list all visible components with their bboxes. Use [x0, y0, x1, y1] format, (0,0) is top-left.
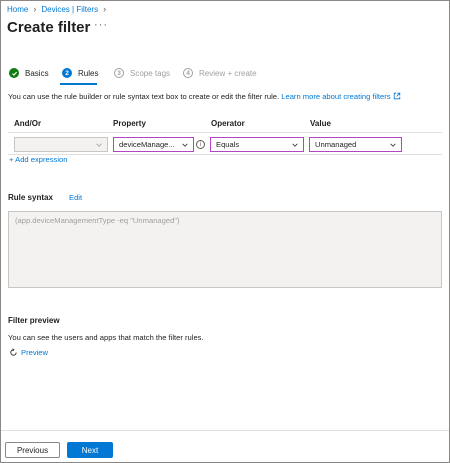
step-scope-tags[interactable]: 3 Scope tags [114, 68, 170, 78]
property-dropdown[interactable]: deviceManage... [113, 137, 194, 152]
value-dropdown[interactable]: Unmanaged [309, 137, 402, 152]
chevron-right-icon: › [103, 4, 107, 14]
edit-rule-syntax-link[interactable]: Edit [69, 193, 82, 202]
step-label: Scope tags [130, 68, 171, 78]
and-or-dropdown [14, 137, 108, 152]
next-button[interactable]: Next [67, 442, 113, 458]
column-header-and-or: And/Or [14, 119, 42, 128]
value-value: Unmanaged [315, 140, 357, 149]
operator-value: Equals [216, 140, 240, 149]
chevron-down-icon [390, 143, 396, 147]
step-review-create[interactable]: 4 Review + create [183, 68, 257, 78]
description-text: You can use the rule builder or rule syn… [8, 92, 280, 101]
step-number: 3 [114, 68, 124, 78]
operator-dropdown[interactable]: Equals [210, 137, 304, 152]
info-icon[interactable]: i [196, 140, 205, 149]
column-header-operator: Operator [211, 119, 245, 128]
column-header-property: Property [113, 119, 146, 128]
more-options-icon[interactable]: ··· [94, 19, 108, 31]
active-step-indicator [60, 83, 97, 85]
rules-description: You can use the rule builder or rule syn… [8, 92, 401, 101]
rule-syntax-label: Rule syntax [8, 193, 53, 202]
page-title: Create filter [7, 19, 91, 36]
column-header-value: Value [310, 119, 331, 128]
preview-button[interactable]: Preview [9, 348, 48, 357]
chevron-down-icon [182, 143, 188, 147]
chevron-down-icon [96, 143, 102, 147]
step-basics[interactable]: Basics [9, 68, 49, 78]
learn-more-link[interactable]: Learn more about creating filters [281, 92, 390, 101]
checkmark-icon [9, 68, 19, 78]
step-number: 2 [62, 68, 72, 78]
divider [8, 154, 442, 155]
step-label: Basics [25, 68, 49, 78]
rule-syntax-text: (app.deviceManagementType -eq "Unmanaged… [15, 216, 180, 225]
step-label: Rules [78, 68, 99, 78]
refresh-icon [10, 348, 17, 356]
property-value: deviceManage... [119, 140, 175, 149]
chevron-right-icon: › [33, 4, 37, 14]
breadcrumb-home[interactable]: Home [7, 5, 28, 14]
footer-divider [1, 430, 449, 431]
external-link-icon [393, 92, 400, 100]
rule-syntax-textbox: (app.deviceManagementType -eq "Unmanaged… [8, 211, 442, 288]
add-expression-link[interactable]: + Add expression [9, 155, 67, 164]
filter-preview-title: Filter preview [8, 316, 60, 325]
step-label: Review + create [199, 68, 257, 78]
filter-preview-description: You can see the users and apps that matc… [8, 333, 204, 342]
preview-label: Preview [21, 348, 49, 357]
step-number: 4 [183, 68, 193, 78]
breadcrumb-devices-filters[interactable]: Devices | Filters [41, 5, 98, 14]
previous-button[interactable]: Previous [5, 442, 60, 458]
breadcrumb: Home › Devices | Filters › [7, 4, 111, 14]
step-rules[interactable]: 2 Rules [62, 68, 98, 78]
chevron-down-icon [292, 143, 298, 147]
divider [8, 132, 442, 133]
